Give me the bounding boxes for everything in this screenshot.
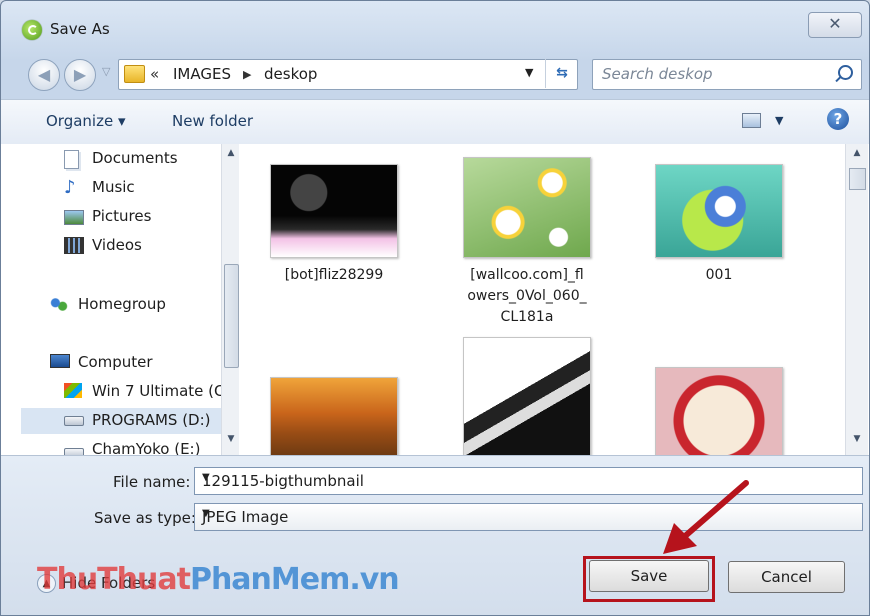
- annotation-arrow-icon: [663, 480, 749, 554]
- save-as-dialog: Save As ✕ ◀ ▶ ▽ « IMAGES ▶ deskop ▼ ⇆ Se…: [0, 0, 870, 616]
